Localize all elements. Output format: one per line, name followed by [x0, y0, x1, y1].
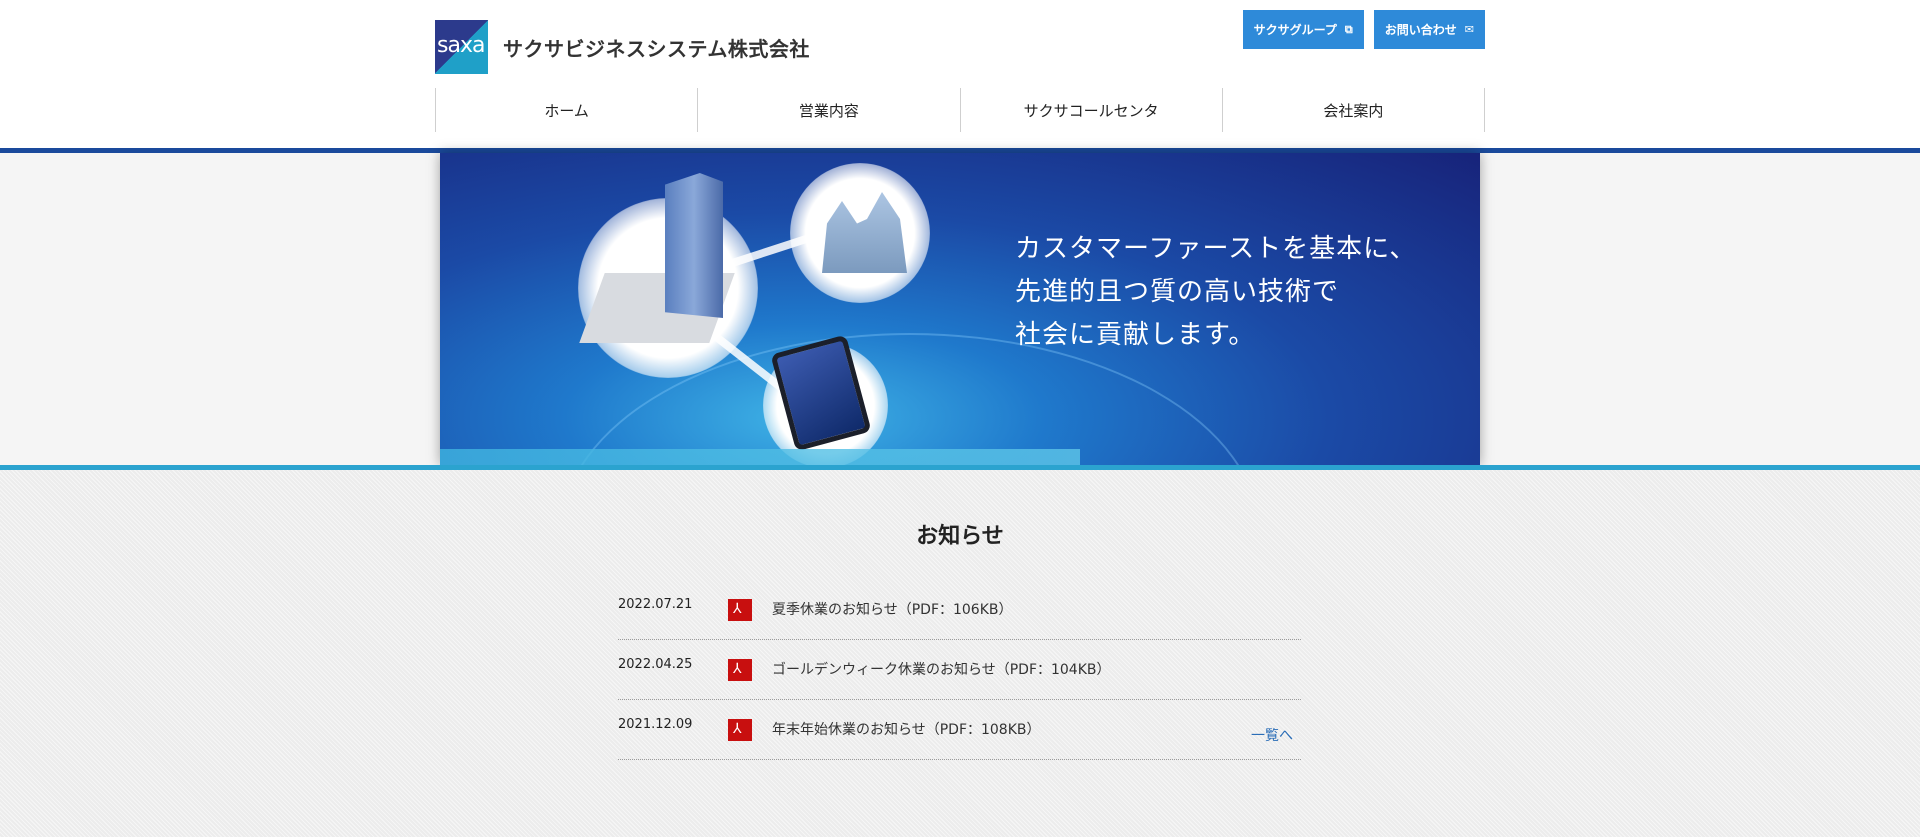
news-date: 2022.04.25: [618, 657, 693, 672]
contact-button[interactable]: お問い合わせ ✉: [1373, 10, 1485, 49]
logo-mark-text: saxa: [437, 33, 485, 58]
saxa-group-label: サクサグループ: [1253, 23, 1337, 37]
hero-floor-band: [440, 449, 1080, 465]
nav-item-business[interactable]: 営業内容: [697, 88, 959, 132]
external-link-icon: ⧉: [1344, 22, 1353, 36]
header-inner: saxa サクサビジネスシステム株式会社 サクサグループ ⧉ お問い合わせ ✉ …: [435, 0, 1485, 148]
hero-tagline: カスタマーファーストを基本に、 先進的且つ質の高い技術で 社会に貢献します。: [1015, 228, 1416, 357]
office-tower-illustration: [665, 173, 723, 318]
envelope-icon: ✉: [1464, 23, 1474, 36]
news-link[interactable]: 夏季休業のお知らせ（PDF：106KB）: [772, 599, 1013, 619]
contact-label: お問い合わせ: [1384, 23, 1457, 37]
hero-tagline-line: カスタマーファーストを基本に、: [1015, 234, 1417, 264]
hero-tagline-line: 社会に貢献します。: [1015, 320, 1256, 350]
pdf-icon: [728, 719, 752, 741]
pdf-icon: [728, 599, 752, 621]
news-heading: お知らせ: [916, 524, 1004, 549]
utility-links: サクサグループ ⧉ お問い合わせ ✉: [1242, 10, 1485, 49]
news-date: 2021.12.09: [618, 717, 693, 732]
nav-item-home[interactable]: ホーム: [435, 88, 697, 132]
news-item: 2022.04.25 ゴールデンウィーク休業のお知らせ（PDF：104KB）: [618, 640, 1301, 700]
nav-item-company[interactable]: 会社案内: [1221, 88, 1485, 132]
news-more-link[interactable]: 一覧へ: [1251, 725, 1293, 745]
news-link[interactable]: ゴールデンウィーク休業のお知らせ（PDF：104KB）: [772, 659, 1111, 679]
news-item: 2022.07.21 夏季休業のお知らせ（PDF：106KB）: [618, 580, 1301, 640]
site-logo-link[interactable]: saxa サクサビジネスシステム株式会社: [435, 20, 810, 74]
news-item: 2021.12.09 年末年始休業のお知らせ（PDF：108KB）: [618, 700, 1301, 760]
saxa-group-button[interactable]: サクサグループ ⧉: [1242, 10, 1364, 49]
global-nav: ホーム 営業内容 サクサコールセンタ 会社案内: [435, 88, 1485, 132]
company-name: サクサビジネスシステム株式会社: [503, 36, 810, 61]
news-link[interactable]: 年末年始休業のお知らせ（PDF：108KB）: [772, 719, 1041, 739]
nav-item-call-center[interactable]: サクサコールセンタ: [959, 88, 1222, 132]
news-list: 2022.07.21 夏季休業のお知らせ（PDF：106KB） 2022.04.…: [618, 580, 1301, 760]
pdf-icon: [728, 659, 752, 681]
news-date: 2022.07.21: [618, 597, 693, 612]
saxa-logo-icon: saxa: [435, 20, 488, 74]
hero-tagline-line: 先進的且つ質の高い技術で: [1015, 277, 1340, 307]
news-section: お知らせ 2022.07.21 夏季休業のお知らせ（PDF：106KB） 202…: [0, 470, 1920, 837]
site-header: saxa サクサビジネスシステム株式会社 サクサグループ ⧉ お問い合わせ ✉ …: [0, 0, 1920, 148]
hero-banner: カスタマーファーストを基本に、 先進的且つ質の高い技術で 社会に貢献します。: [440, 153, 1480, 465]
